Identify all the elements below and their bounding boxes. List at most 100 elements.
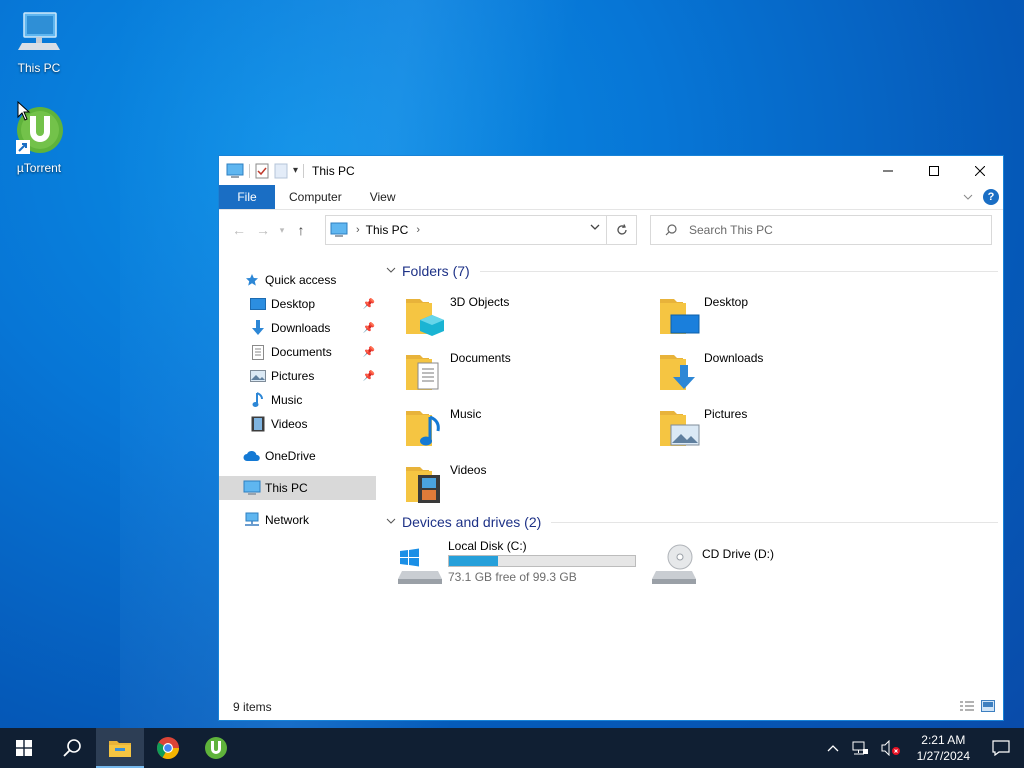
expand-ribbon-chevron-icon[interactable] (963, 193, 973, 201)
taskbar: 2:21 AM 1/27/2024 (0, 728, 1024, 768)
chrome-icon (157, 737, 179, 759)
notification-icon (992, 740, 1010, 756)
tab-computer[interactable]: Computer (275, 185, 356, 209)
action-center-button[interactable] (980, 740, 1024, 756)
item-count: 9 items (233, 700, 272, 714)
nav-item-pictures[interactable]: Pictures 📌 (249, 364, 377, 388)
drive-label: CD Drive (D:) (702, 547, 774, 561)
refresh-button[interactable] (606, 216, 636, 244)
search-icon (665, 224, 677, 236)
title-bar[interactable]: ▾ This PC (219, 156, 1003, 185)
details-view-icon[interactable] (959, 700, 975, 712)
search-input[interactable] (689, 223, 949, 237)
taskbar-clock[interactable]: 2:21 AM 1/27/2024 (907, 732, 980, 764)
clock-time: 2:21 AM (921, 733, 966, 747)
folder-label: Documents (450, 351, 511, 365)
nav-label: Desktop (271, 297, 316, 311)
nav-label: Network (265, 513, 310, 527)
taskbar-chrome[interactable] (144, 728, 192, 768)
close-icon (975, 165, 985, 176)
toolbar-separator (249, 163, 250, 178)
pin-icon[interactable]: 📌 (363, 323, 375, 334)
disk-usage-bar (448, 555, 636, 567)
group-divider (551, 521, 998, 523)
volume-muted-icon[interactable] (875, 740, 907, 756)
star-icon (243, 272, 261, 288)
up-arrow-icon[interactable]: ↑ (289, 222, 313, 238)
pin-icon[interactable]: 📌 (363, 347, 375, 358)
disk-usage-fill (449, 556, 499, 566)
nav-item-desktop[interactable]: Desktop 📌 (249, 292, 377, 316)
group-title: Devices and drives (2) (402, 514, 542, 530)
nav-this-pc[interactable]: This PC (219, 476, 376, 500)
network-status-icon[interactable] (845, 740, 875, 756)
folder-music[interactable]: Music (404, 405, 654, 455)
folder-desktop[interactable]: Desktop (658, 293, 908, 343)
documents-folder-icon (406, 355, 439, 390)
nav-item-downloads[interactable]: Downloads 📌 (249, 316, 377, 340)
desktop-icon-this-pc[interactable]: This PC (6, 10, 72, 75)
new-folder-icon[interactable] (274, 163, 288, 179)
monitor-icon (18, 12, 60, 50)
breadcrumb-separator-icon[interactable]: › (356, 224, 360, 236)
maximize-button[interactable] (911, 156, 957, 185)
toolbar-separator (303, 163, 305, 178)
nav-quick-access[interactable]: Quick access (243, 268, 401, 292)
folder-3d-objects[interactable]: 3D Objects (404, 293, 654, 343)
large-icons-view-icon[interactable] (981, 700, 995, 712)
pin-icon[interactable]: 📌 (363, 371, 375, 382)
nav-label: This PC (265, 481, 308, 495)
address-dropdown-icon[interactable] (590, 223, 600, 231)
back-arrow-icon[interactable]: ← (227, 222, 251, 238)
folder-label: Desktop (704, 295, 749, 309)
minimize-button[interactable] (865, 156, 911, 185)
show-hidden-icons-chevron-icon[interactable] (821, 744, 845, 752)
folder-downloads[interactable]: Downloads (658, 349, 908, 399)
properties-icon[interactable] (255, 163, 269, 179)
3d-objects-folder-icon (406, 299, 444, 336)
tab-file[interactable]: File (219, 185, 275, 209)
drive-local-disk-c[interactable]: Local Disk (C:) 73.1 GB free of 99.3 GB (398, 539, 648, 591)
search-box[interactable] (650, 215, 992, 245)
film-strip-icon (249, 416, 267, 432)
nav-item-music[interactable]: Music (249, 388, 377, 412)
customize-toolbar-chevron-icon[interactable]: ▾ (293, 165, 298, 176)
taskbar-utorrent[interactable] (192, 728, 240, 768)
close-button[interactable] (957, 156, 1003, 185)
breadcrumb-separator-icon[interactable]: › (416, 224, 420, 236)
windows-drive-icon (398, 548, 442, 584)
address-bar[interactable]: › This PC › (325, 215, 637, 245)
collapse-chevron-icon (386, 517, 396, 528)
maximize-icon (929, 165, 939, 176)
group-header-folders[interactable]: Folders (7) (386, 263, 998, 279)
nav-onedrive[interactable]: OneDrive (243, 444, 401, 468)
desktop-icon-utorrent[interactable]: µTorrent (6, 106, 72, 175)
folder-label: 3D Objects (450, 295, 510, 309)
minimize-icon (883, 170, 893, 171)
folder-documents[interactable]: Documents (404, 349, 654, 399)
tab-view[interactable]: View (356, 185, 410, 209)
picture-icon (249, 368, 267, 384)
taskbar-file-explorer[interactable] (96, 728, 144, 768)
start-button[interactable] (0, 728, 48, 768)
pin-icon[interactable]: 📌 (363, 299, 375, 310)
recent-locations-chevron-icon[interactable]: ▾ (275, 225, 289, 236)
search-button[interactable] (48, 728, 96, 768)
folder-videos[interactable]: Videos (404, 461, 654, 511)
nav-item-videos[interactable]: Videos (249, 412, 377, 436)
file-explorer-icon (109, 741, 131, 757)
drive-cd-d[interactable]: CD Drive (D:) (652, 541, 902, 591)
help-button[interactable]: ? (983, 189, 999, 205)
content-pane: Folders (7) 3D Objects Desktop Documents… (382, 251, 1002, 696)
forward-arrow-icon[interactable]: → (251, 222, 275, 238)
search-icon (63, 739, 81, 757)
windows-logo-icon (16, 740, 32, 756)
breadcrumb-this-pc[interactable]: This PC (366, 223, 409, 237)
nav-network[interactable]: Network (243, 508, 401, 532)
group-divider (479, 270, 998, 272)
group-header-devices[interactable]: Devices and drives (2) (386, 514, 998, 530)
folder-pictures[interactable]: Pictures (658, 405, 908, 455)
cd-drive-icon (652, 544, 696, 584)
nav-item-documents[interactable]: Documents 📌 (249, 340, 377, 364)
ribbon-tabs: File Computer View ? (219, 185, 1003, 210)
